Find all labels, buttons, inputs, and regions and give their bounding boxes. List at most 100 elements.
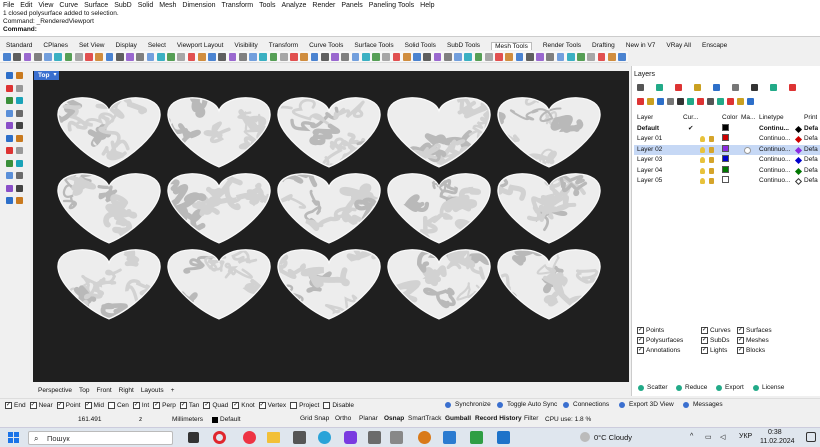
toolbar-tool-icon[interactable] [146,52,155,61]
toggle-ortho[interactable]: Ortho [335,415,351,422]
panel-tab-icon[interactable] [751,84,758,91]
osnap-quad[interactable]: ✓ Quad [203,402,228,409]
toolbar-tool-icon[interactable] [238,52,247,61]
menu-file[interactable]: File [3,2,14,9]
toolbar-tool-icon[interactable] [95,52,104,61]
viewport-menu-chevron-icon[interactable]: ▾ [51,71,59,80]
toolbar-tool-icon[interactable] [167,52,175,61]
layer-color-swatch[interactable] [722,176,729,183]
clock-date[interactable]: 11.02.2024 [760,438,795,445]
column-header[interactable]: Print [804,113,817,124]
tab-new-in-v7[interactable]: New in V7 [626,42,656,49]
left-tool-icon[interactable] [16,109,23,117]
toolbar-tool-icon[interactable] [187,52,196,61]
layer-tool-icon[interactable] [727,98,734,105]
opera-browser-icon[interactable] [213,431,226,444]
viber-icon[interactable] [344,431,357,444]
toolbar-tool-icon[interactable] [115,52,124,61]
app-icon-green[interactable] [470,431,483,444]
left-tool-icon[interactable] [16,84,23,92]
lock-icon[interactable] [709,178,714,184]
left-tool-icon[interactable] [6,72,13,79]
tab-visibility[interactable]: Visibility [234,42,257,49]
language-indicator[interactable]: УКР [739,433,752,440]
windows-start-icon[interactable] [8,432,19,443]
left-tool-icon[interactable] [6,147,13,154]
layer-tool-icon[interactable] [747,98,754,105]
layer-row[interactable]: Layer 02 Continuo... Defa [634,144,820,156]
weather-text[interactable]: 0°C Cloudy [594,433,632,442]
heart-pendant[interactable] [148,173,272,253]
osnap-tan[interactable]: ✓ Tan [179,402,199,409]
filter-lights[interactable]: ✓ Lights [701,347,727,354]
heart-pendant[interactable] [474,81,601,170]
osnap-near[interactable]: ✓ Near [29,402,53,409]
toolbar-tool-icon[interactable] [495,52,503,61]
viewport-canvas[interactable] [33,80,629,382]
layer-name[interactable]: Layer 05 [637,176,662,187]
layer-tool-icon[interactable] [667,98,674,105]
license-button[interactable]: License [762,384,784,391]
tab-render-tools[interactable]: Render Tools [543,42,581,49]
tab-enscape[interactable]: Enscape [702,42,727,49]
scatter-button[interactable]: Scatter [647,384,668,391]
left-tool-icon[interactable] [16,197,23,204]
notifications-icon[interactable] [806,432,816,442]
menu-mesh[interactable]: Mesh [159,2,176,9]
left-tool-icon[interactable] [16,172,23,179]
osnap-project[interactable]: Project [290,402,319,409]
filter-blocks[interactable]: ✓ Blocks [737,347,765,354]
toolbar-tool-icon[interactable] [433,52,442,61]
layer-tool-icon[interactable] [687,98,694,105]
toolbar-tool-icon[interactable] [33,52,42,61]
telegram-icon[interactable] [318,431,331,444]
layer-row[interactable]: Layer 04 Continuo... Defa [634,165,820,177]
toggle-grid-snap[interactable]: Grid Snap [300,415,329,422]
toolbar-tool-icon[interactable] [372,52,380,61]
menu-view[interactable]: View [38,2,53,9]
osnap-perp[interactable]: ✓ Perp [153,402,176,409]
menu-edit[interactable]: Edit [20,2,32,9]
photoshop-icon[interactable] [497,431,510,444]
toolbar-tool-icon[interactable] [228,52,237,61]
menu-curve[interactable]: Curve [59,2,78,9]
volume-icon[interactable]: ◁ [720,433,725,441]
toolbar-tool-icon[interactable] [546,52,555,61]
print-color-icon[interactable] [794,146,803,154]
command-prompt[interactable]: Command: [3,26,820,34]
menu-subd[interactable]: SubD [114,2,132,9]
toolbar-tool-icon[interactable] [218,52,227,61]
panel-tab-icon[interactable] [656,84,663,91]
plugin-messages[interactable]: Messages [693,401,723,408]
layer-name[interactable]: Layer 02 [637,145,662,156]
layer-tool-icon[interactable] [647,98,654,105]
lightbulb-icon[interactable] [700,157,705,163]
heart-pendant[interactable] [140,93,271,168]
toolbar-tool-icon[interactable] [597,52,606,61]
toolbar-tool-icon[interactable] [505,52,514,61]
layer-tool-icon[interactable] [717,98,724,105]
toolbar-tool-icon[interactable] [249,52,257,61]
layer-print[interactable]: Defa [804,176,818,187]
tab-select[interactable]: Select [148,42,166,49]
layer-color-swatch[interactable] [722,144,729,152]
viewport-tab-add[interactable]: + [171,387,175,394]
layer-print[interactable]: Defa [804,155,818,166]
rhino-icon[interactable] [368,431,381,444]
network-icon[interactable]: ▭ [705,433,712,441]
toolbar-tool-icon[interactable] [54,52,63,61]
panel-tab-icon[interactable] [770,84,777,91]
heart-pendant[interactable] [489,236,601,332]
filter-points[interactable]: ✓ Points [637,327,664,334]
heart-pendant[interactable] [375,165,491,244]
layer-print[interactable]: Defa [804,166,818,177]
plugin-toggle-auto-sync[interactable]: Toggle Auto Sync [507,401,557,408]
toolbar-tool-icon[interactable] [443,52,452,61]
menu-render[interactable]: Render [312,2,335,9]
menu-surface[interactable]: Surface [84,2,108,9]
toggle-gumball[interactable]: Gumball [445,415,471,422]
top-viewport[interactable] [33,80,629,382]
toolbar-tool-icon[interactable] [413,52,421,61]
toolbar-tool-icon[interactable] [392,52,401,61]
layer-tool-icon[interactable] [637,98,644,105]
